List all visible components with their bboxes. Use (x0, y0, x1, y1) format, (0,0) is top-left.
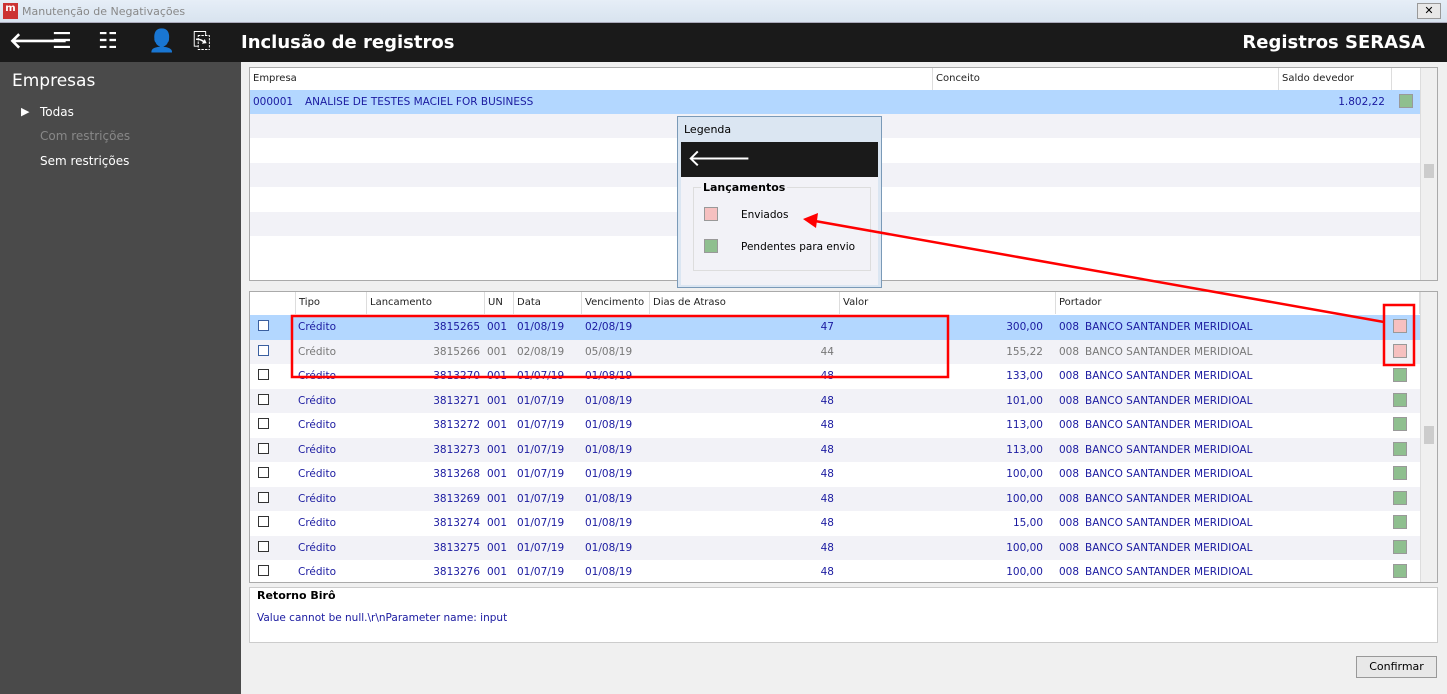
annotation-arrowhead (803, 213, 818, 228)
annotation-status-box (1382, 303, 1416, 367)
annotation-overlay (290, 213, 1416, 379)
annotation-arrow-line (814, 219, 1385, 324)
annotation-rows-box (290, 314, 950, 379)
